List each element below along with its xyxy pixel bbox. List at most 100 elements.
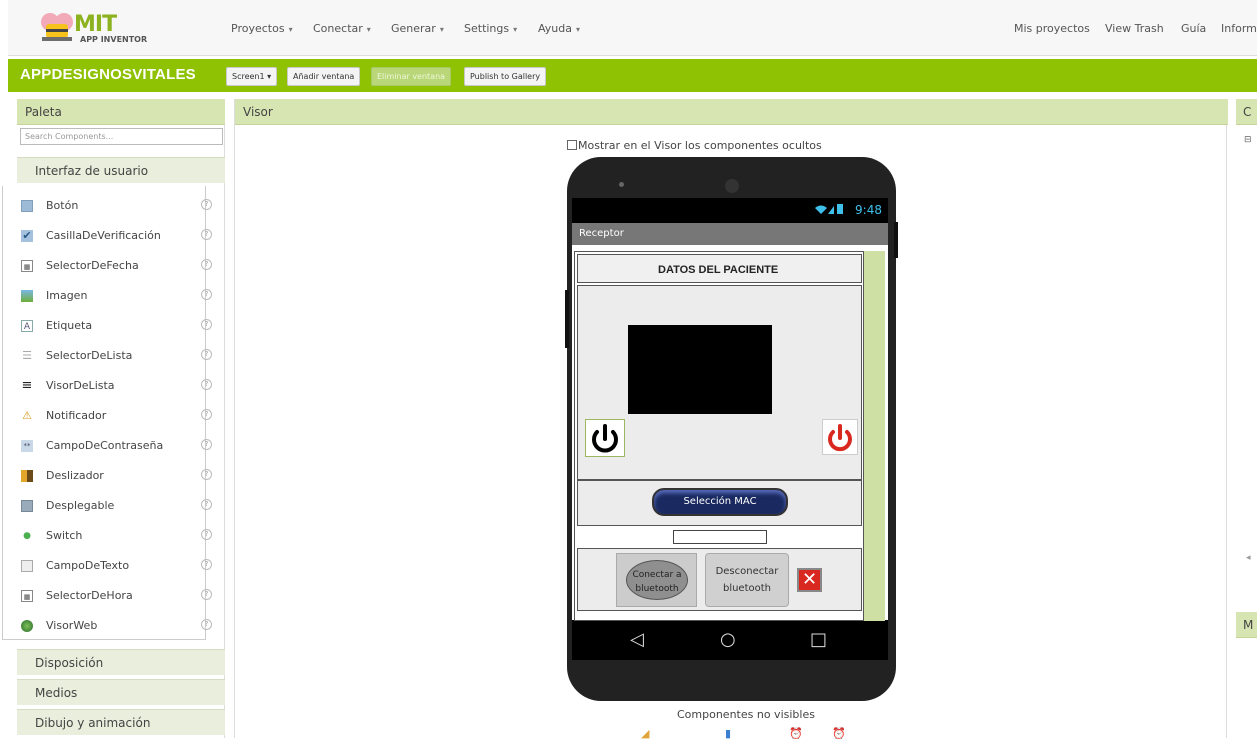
palette-item-selector-hora[interactable]: ▦ SelectorDeHora ?: [21, 584, 212, 612]
chevron-down-icon: ▾: [439, 25, 444, 34]
status-label-box: [673, 530, 767, 544]
menu-settings-label: Settings: [464, 22, 510, 35]
menu-conectar[interactable]: Conectar ▾: [313, 22, 371, 35]
help-icon[interactable]: ?: [201, 529, 212, 540]
clock-component-icon[interactable]: ◢: [641, 727, 649, 740]
image-icon: [21, 290, 33, 302]
help-icon[interactable]: ?: [201, 229, 212, 240]
palette-item-campo-texto[interactable]: CampoDeTexto ?: [21, 554, 212, 582]
palette-item-visor-lista[interactable]: ≡ VisorDeLista ?: [21, 374, 212, 402]
password-icon: **: [21, 440, 33, 452]
help-icon[interactable]: ?: [201, 409, 212, 420]
palette-item-etiqueta[interactable]: A Etiqueta ?: [21, 314, 212, 342]
search-components-input[interactable]: Search Components...: [20, 128, 223, 145]
menu-generar-label: Generar: [391, 22, 436, 35]
menu-conectar-label: Conectar: [313, 22, 363, 35]
timer-component-icon[interactable]: ⏰: [789, 727, 803, 740]
top-menu-bar: MIT APP INVENTOR Proyectos ▾ Conectar ▾ Ge…: [8, 0, 1257, 56]
link-guia[interactable]: Guía: [1181, 22, 1206, 35]
close-icon[interactable]: ✕: [797, 568, 822, 592]
palette-item-desplegable[interactable]: Desplegable ?: [21, 494, 212, 522]
status-time: 9:48: [855, 203, 882, 217]
project-toolbar: APPDESIGNOSVITALES Screen1 ▾ Añadir vent…: [8, 59, 1257, 92]
nav-back-icon[interactable]: ◁: [630, 629, 644, 650]
section-interfaz-de-usuario[interactable]: Interfaz de usuario: [17, 157, 225, 183]
show-hidden-checkbox[interactable]: Mostrar en el Visor los componentes ocul…: [567, 139, 822, 152]
menu-generar[interactable]: Generar ▾: [391, 22, 444, 35]
palette-item-deslizador[interactable]: Deslizador ?: [21, 464, 212, 492]
help-icon[interactable]: ?: [201, 289, 212, 300]
link-view-trash[interactable]: View Trash: [1105, 22, 1164, 35]
power-on-button[interactable]: [585, 419, 625, 457]
collapse-tree-icon[interactable]: ⊟: [1244, 135, 1252, 145]
remove-screen-button[interactable]: Eliminar ventana: [371, 67, 452, 86]
help-icon[interactable]: ?: [201, 349, 212, 360]
scroll-left-icon[interactable]: ◂: [1246, 553, 1251, 563]
section-disposicion[interactable]: Disposición: [17, 649, 225, 675]
menu-proyectos[interactable]: Proyectos ▾: [231, 22, 293, 35]
power-off-button[interactable]: [822, 419, 858, 455]
textbox-icon: [21, 560, 33, 572]
nav-home-icon[interactable]: ○: [720, 629, 736, 650]
palette-item-label: SelectorDeHora: [46, 589, 133, 602]
power-red-icon: [828, 424, 852, 452]
help-icon[interactable]: ?: [201, 499, 212, 510]
app-inventor-logo[interactable]: MIT APP INVENTOR: [34, 8, 164, 48]
screen-title-bar: Receptor: [572, 223, 888, 245]
slider-icon: [21, 470, 33, 482]
palette-item-label: CasillaDeVerificación: [46, 229, 161, 242]
section-medios[interactable]: Medios: [17, 679, 225, 705]
timer-component-icon[interactable]: ⏰: [832, 727, 846, 740]
palette-title: Paleta: [17, 99, 225, 125]
menu-ayuda[interactable]: Ayuda ▾: [538, 22, 580, 35]
palette-item-label: Desplegable: [46, 499, 115, 512]
project-name: APPDESIGNOSVITALES: [20, 66, 196, 83]
disconnect-bluetooth-button[interactable]: Desconectar bluetooth: [705, 553, 789, 607]
palette-item-switch[interactable]: ● Switch ?: [21, 524, 212, 552]
webviewer-icon: [21, 620, 33, 632]
palette-item-label: Switch: [46, 529, 83, 542]
bluetooth-component-icon[interactable]: ▮: [725, 727, 731, 740]
palette-item-imagen[interactable]: Imagen ?: [21, 284, 212, 312]
palette-item-boton[interactable]: Botón ?: [21, 194, 212, 222]
connect-bluetooth-label: Conectar a bluetooth: [626, 560, 688, 600]
help-icon[interactable]: ?: [201, 589, 212, 600]
palette-item-label: VisorDeLista: [46, 379, 115, 392]
palette-item-label: CampoDeContraseña: [46, 439, 164, 452]
help-icon[interactable]: ?: [201, 619, 212, 630]
display-canvas[interactable]: [628, 325, 772, 414]
listpicker-icon: ☰: [22, 349, 32, 362]
add-screen-button[interactable]: Añadir ventana: [287, 67, 361, 86]
help-icon[interactable]: ?: [201, 199, 212, 210]
chevron-down-icon: ▾: [366, 25, 371, 34]
help-icon[interactable]: ?: [201, 439, 212, 450]
palette-item-notificador[interactable]: ⚠ Notificador ?: [21, 404, 212, 432]
connect-bluetooth-button[interactable]: Conectar a bluetooth: [616, 553, 697, 607]
nav-recent-icon[interactable]: □: [810, 629, 827, 650]
screen-select[interactable]: Screen1 ▾: [226, 67, 278, 86]
palette-item-selector-lista[interactable]: ☰ SelectorDeLista ?: [21, 344, 212, 372]
palette-item-casilla[interactable]: ✔ CasillaDeVerificación ?: [21, 224, 212, 252]
link-informe[interactable]: Inform: [1221, 22, 1257, 35]
checkbox-box[interactable]: [567, 140, 577, 150]
datepicker-icon: ▦: [21, 260, 33, 272]
help-icon[interactable]: ?: [201, 469, 212, 480]
help-icon[interactable]: ?: [201, 259, 212, 270]
publish-gallery-button[interactable]: Publish to Gallery: [464, 67, 547, 86]
power-icon: [592, 424, 618, 453]
link-mis-proyectos[interactable]: Mis proyectos: [1014, 22, 1090, 35]
help-icon[interactable]: ?: [201, 319, 212, 330]
palette-item-contrasena[interactable]: ** CampoDeContraseña ?: [21, 434, 212, 462]
mac-select-button[interactable]: Selección MAC: [652, 488, 788, 516]
palette-item-label: Notificador: [46, 409, 107, 422]
viewer-title: Visor: [235, 99, 1228, 125]
menu-settings[interactable]: Settings ▾: [464, 22, 517, 35]
phone-volume-button: [565, 290, 569, 348]
help-icon[interactable]: ?: [201, 559, 212, 570]
palette-item-selector-fecha[interactable]: ▦ SelectorDeFecha ?: [21, 254, 212, 282]
palette-item-visor-web[interactable]: VisorWeb ?: [21, 614, 212, 642]
chevron-down-icon: ▾: [575, 25, 580, 34]
help-icon[interactable]: ?: [201, 379, 212, 390]
components-panel-title: C: [1236, 99, 1257, 125]
section-dibujo-animacion[interactable]: Dibujo y animación: [17, 709, 225, 735]
